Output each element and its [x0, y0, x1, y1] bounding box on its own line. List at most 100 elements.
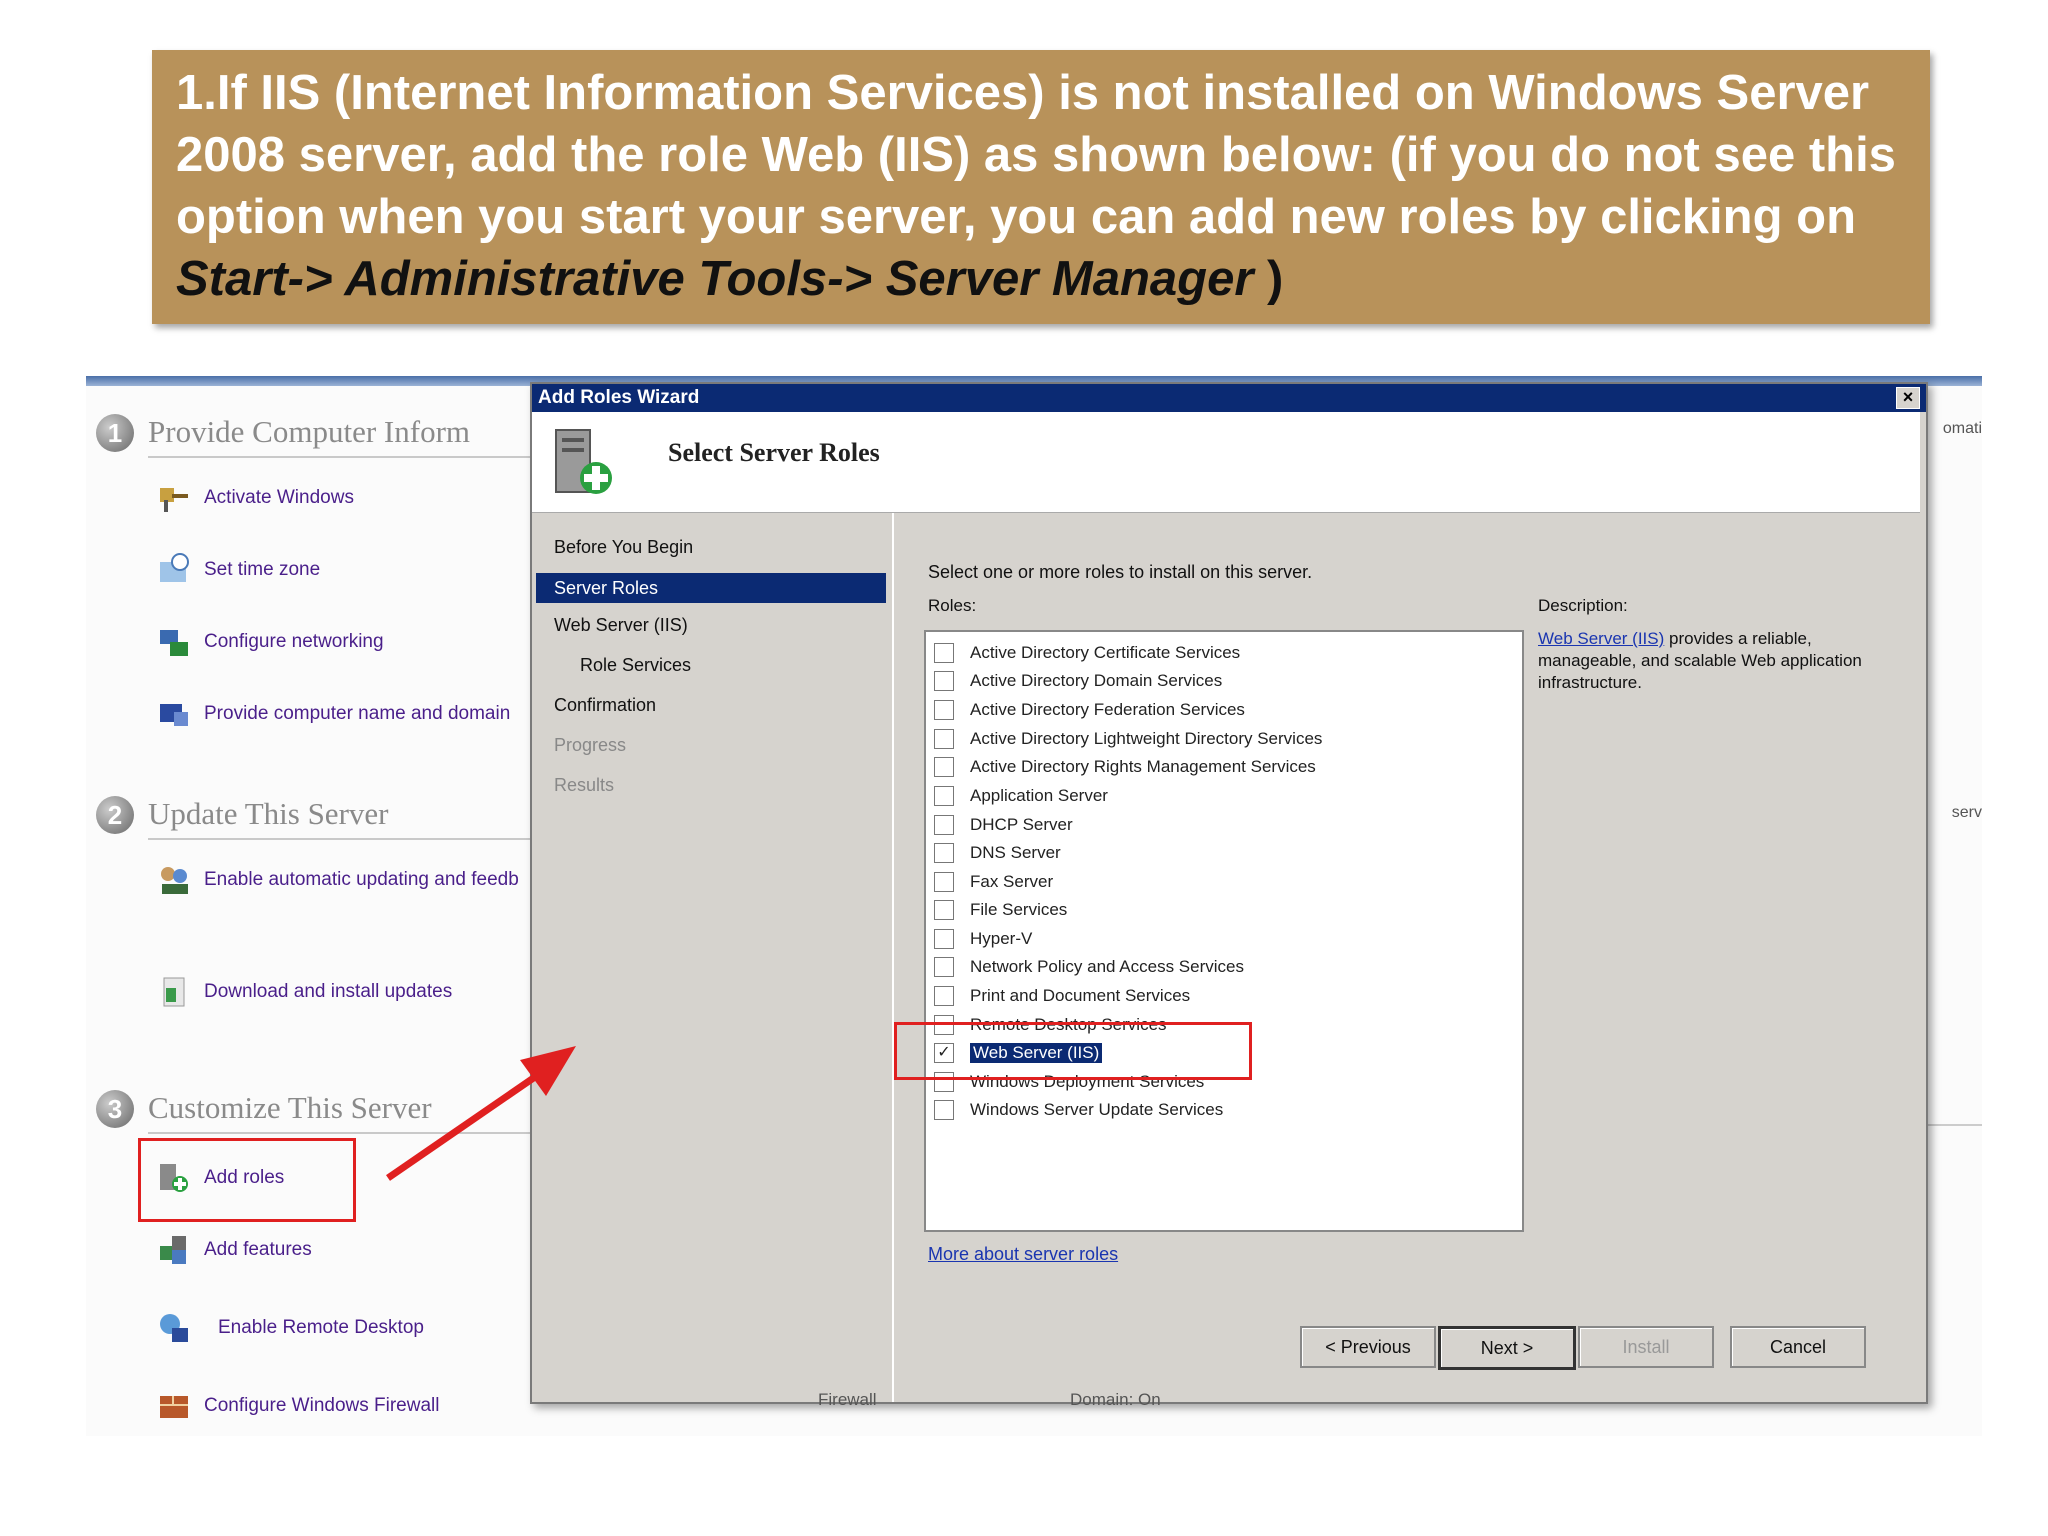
role-name: Hyper-V [970, 929, 1033, 948]
role-checkbox[interactable] [934, 729, 954, 749]
task-label: Configure networking [204, 631, 384, 652]
step-web-server[interactable]: Web Server (IIS) [554, 615, 688, 636]
step-server-roles[interactable]: Server Roles [536, 573, 886, 603]
role-item[interactable]: Active Directory Domain Services [934, 668, 1222, 694]
section-divider [148, 838, 548, 840]
task-label: Add features [204, 1239, 312, 1260]
step-results: Results [554, 775, 615, 795]
role-checkbox[interactable] [934, 700, 954, 720]
role-checkbox[interactable] [934, 671, 954, 691]
banner-text: 1.If IIS (Internet Information Services)… [176, 66, 1896, 244]
description-label: Description: [1538, 596, 1628, 615]
role-name: Application Server [970, 786, 1108, 805]
role-checkbox[interactable] [934, 929, 954, 949]
roles-label: Roles: [928, 596, 977, 615]
section-title: Update This Server [148, 796, 389, 831]
add-roles-wizard-dialog: Add Roles Wizard × Select Server Roles B… [530, 382, 1928, 1404]
red-arrow-icon [386, 1046, 576, 1181]
task-enable-remote-desktop[interactable]: Enable Remote Desktop [156, 1308, 424, 1348]
section-number: 2 [96, 796, 134, 834]
role-name: Active Directory Domain Services [970, 671, 1223, 690]
computer-name-icon [160, 704, 188, 726]
step-before-you-begin[interactable]: Before You Begin [554, 537, 693, 558]
role-checkbox[interactable] [934, 957, 954, 977]
task-activate-windows[interactable]: Activate Windows [156, 478, 354, 518]
dialog-header: Select Server Roles [532, 412, 1920, 513]
role-item[interactable]: Print and Document Services [934, 983, 1190, 1009]
instruction-banner: 1.If IIS (Internet Information Services)… [152, 50, 1930, 324]
task-enable-automatic-updating[interactable]: Enable automatic updating and feedb [156, 860, 519, 900]
firewall-icon [160, 1396, 188, 1418]
role-item[interactable]: Active Directory Certificate Services [934, 640, 1240, 666]
right-edge-text: serv [1951, 804, 1982, 821]
add-roles-highlight-box [138, 1138, 356, 1222]
right-edge-text: omati [1942, 420, 1982, 437]
users-update-icon [161, 867, 188, 894]
domain-status-label: Domain: On [1070, 1390, 1161, 1409]
step-role-services[interactable]: Role Services [580, 655, 691, 676]
role-item[interactable]: Active Directory Lightweight Directory S… [934, 726, 1322, 752]
role-checkbox[interactable] [934, 786, 954, 806]
role-checkbox[interactable] [934, 815, 954, 835]
role-item[interactable]: Network Policy and Access Services [934, 954, 1244, 980]
task-label: Provide computer name and domain [204, 703, 511, 724]
role-name: DNS Server [970, 843, 1061, 862]
task-label: Enable Remote Desktop [218, 1317, 424, 1338]
page-title: Select Server Roles [668, 438, 880, 467]
role-name: Windows Server Update Services [970, 1100, 1224, 1119]
role-item[interactable]: Windows Server Update Services [934, 1097, 1223, 1123]
right-divider [1922, 1124, 1982, 1126]
instruction-text: Select one or more roles to install on t… [928, 562, 1313, 582]
role-checkbox[interactable] [934, 757, 954, 777]
task-label: Activate Windows [204, 487, 354, 508]
next-button[interactable]: Next > [1438, 1326, 1576, 1370]
section-number: 1 [96, 414, 134, 452]
download-icon [163, 977, 185, 1007]
role-checkbox[interactable] [934, 986, 954, 1006]
role-checkbox[interactable] [934, 1100, 954, 1120]
network-icon [160, 630, 188, 656]
section-title: Provide Computer Inform [148, 414, 471, 449]
description-text: Web Server (IIS) provides a reliable, ma… [1538, 628, 1878, 694]
role-checkbox[interactable] [934, 872, 954, 892]
wizard-steps-pane: Before You Begin Server Roles Web Server… [532, 513, 894, 1402]
role-item[interactable]: File Services [934, 897, 1067, 923]
role-item[interactable]: DNS Server [934, 840, 1061, 866]
remote-desktop-icon [160, 1314, 188, 1342]
task-set-time-zone[interactable]: Set time zone [156, 550, 320, 590]
dialog-titlebar[interactable]: Add Roles Wizard × [532, 384, 1926, 412]
task-configure-networking[interactable]: Configure networking [156, 622, 384, 662]
roles-list[interactable]: Active Directory Certificate Services Ac… [924, 630, 1524, 1232]
more-about-roles-link[interactable]: More about server roles [928, 1244, 1118, 1265]
task-add-features[interactable]: Add features [156, 1230, 312, 1270]
role-item[interactable]: DHCP Server [934, 812, 1073, 838]
banner-close: ) [1253, 252, 1284, 306]
previous-button[interactable]: < Previous [1300, 1326, 1436, 1368]
cancel-button[interactable]: Cancel [1730, 1326, 1866, 1368]
install-button: Install [1578, 1326, 1714, 1368]
role-item[interactable]: Hyper-V [934, 926, 1032, 952]
task-provide-computer-name[interactable]: Provide computer name and domain [156, 694, 510, 734]
task-configure-firewall[interactable]: Configure Windows Firewall [156, 1386, 439, 1426]
description-link[interactable]: Web Server (IIS) [1538, 629, 1664, 648]
role-item[interactable]: Application Server [934, 783, 1108, 809]
section-number: 3 [96, 1090, 134, 1128]
task-download-updates[interactable]: Download and install updates [156, 972, 452, 1012]
role-item[interactable]: Active Directory Rights Management Servi… [934, 754, 1316, 780]
close-button[interactable]: × [1896, 387, 1920, 409]
step-confirmation[interactable]: Confirmation [554, 695, 656, 716]
role-item[interactable]: Fax Server [934, 869, 1053, 895]
role-name: Print and Document Services [970, 986, 1191, 1005]
role-checkbox[interactable] [934, 900, 954, 920]
task-label: Download and install updates [204, 981, 453, 1002]
dialog-title: Add Roles Wizard [538, 387, 700, 408]
task-label: Set time zone [204, 559, 321, 580]
role-checkbox[interactable] [934, 843, 954, 863]
task-label: Configure Windows Firewall [204, 1395, 440, 1416]
role-name: Fax Server [970, 872, 1054, 891]
task-label: Enable automatic updating and feedb [204, 869, 519, 890]
web-server-highlight-box [894, 1022, 1252, 1080]
role-item[interactable]: Active Directory Federation Services [934, 697, 1245, 723]
role-name: Active Directory Lightweight Directory S… [970, 729, 1323, 748]
role-checkbox[interactable] [934, 643, 954, 663]
